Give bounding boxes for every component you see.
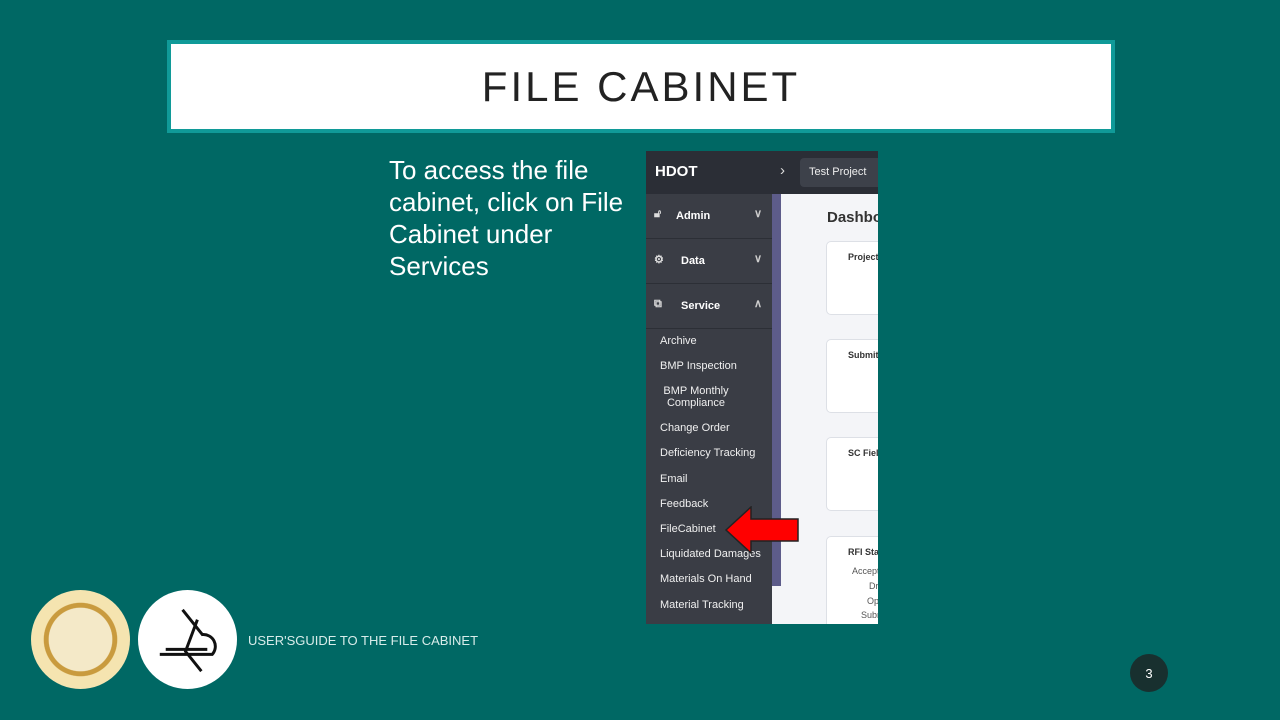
brand: HDOT <box>655 163 698 180</box>
sidebar-group-service[interactable]: ⧉ Service ∧ <box>646 284 772 329</box>
state-of-hawaii-seal <box>31 590 130 689</box>
title-box: FILE CABINET <box>167 40 1115 133</box>
sidebar-item-change-order[interactable]: Change Order <box>660 422 730 434</box>
sidebar-item-material-tracking[interactable]: Material Tracking <box>660 599 744 611</box>
sidebar-item-deficiency[interactable]: Deficiency Tracking <box>660 447 755 459</box>
sidebar-item-bmp-monthly[interactable]: BMP Monthly Compliance <box>656 385 736 409</box>
sidebar-item-archive[interactable]: Archive <box>660 335 697 347</box>
rfi-row: Accept <box>852 566 878 576</box>
card-submittal: Submitt <box>826 339 878 413</box>
card-title: Project <box>848 252 878 262</box>
card-sc-field: SC Field <box>826 437 878 511</box>
project-selector[interactable]: Test Project <box>800 158 878 187</box>
slide-title: FILE CABINET <box>481 62 801 110</box>
group-label: Admin <box>676 210 711 222</box>
lock-icon: 🔓︎ <box>654 208 662 220</box>
sidebar-group-data[interactable]: ⚙ Data ∨ <box>646 239 772 284</box>
copy-icon: ⧉ <box>654 298 662 310</box>
page-number: 3 <box>1130 654 1168 692</box>
sidebar: 🔓︎ Admin ∨ ⚙ Data ∨ ⧉ Service ∧ Archive BMP In… <box>646 194 772 624</box>
card-title: SC Field <box>848 448 878 458</box>
red-arrow-pointer <box>725 506 799 555</box>
chevron-down-icon: ∨ <box>753 253 762 265</box>
rfi-row: Subm <box>861 610 878 620</box>
app-header: HDOT › Test Project <box>646 151 878 194</box>
card-rfi-status: RFI Stat Accept Dr Op Subm <box>826 536 878 624</box>
sidebar-group-admin[interactable]: 🔓︎ Admin ∨ <box>646 194 772 239</box>
chevron-right-icon[interactable]: › <box>780 162 785 179</box>
page-title: Dashbo <box>827 209 878 226</box>
sidebar-item-email[interactable]: Email <box>660 473 688 485</box>
slide-body: To access the file cabinet, click on Fil… <box>389 155 624 281</box>
slide-footer: USER'SGUIDE TO THE FILE CABINET <box>248 633 479 648</box>
sidebar-item-materials-on-hand[interactable]: Materials On Hand <box>660 573 752 585</box>
gears-icon: ⚙ <box>654 254 664 266</box>
sidebar-item-filecabinet[interactable]: FileCabinet <box>660 523 716 535</box>
group-label: Data <box>681 255 705 267</box>
chevron-up-icon: ∧ <box>753 298 762 310</box>
group-label: Service <box>681 300 721 312</box>
sidebar-item-feedback[interactable]: Feedback <box>660 498 708 510</box>
rfi-row: Dr <box>869 581 878 591</box>
chevron-down-icon: ∨ <box>753 208 762 220</box>
sidebar-item-bmp-inspection[interactable]: BMP Inspection <box>660 360 737 372</box>
rfi-row: Op <box>867 596 878 606</box>
card-project: Project <box>826 241 878 315</box>
card-title: Submitt <box>848 350 878 360</box>
card-title: RFI Stat <box>848 547 878 557</box>
dot-logo <box>138 590 237 689</box>
